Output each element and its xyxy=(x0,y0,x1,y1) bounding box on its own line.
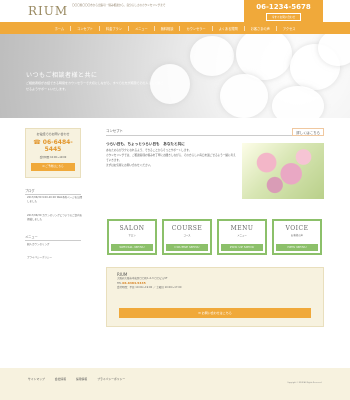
sidebar-news-item[interactable]: 2017/06/30 カウンセリングについてのご案内を掲載しました xyxy=(27,214,83,222)
nav-item-concept[interactable]: コンセプト xyxy=(71,25,100,31)
hero-title: いつもご相談者様と共に xyxy=(26,72,98,79)
shop-phone-label: TEL xyxy=(117,282,122,285)
card-title: COURSE xyxy=(171,225,203,232)
card-button[interactable]: SPECIAL MENU xyxy=(111,244,153,251)
card-button[interactable]: PICK UP MENU xyxy=(221,244,263,251)
concept-flower-image xyxy=(242,143,324,199)
sidebar-tel-number-text: 06-6484-5445 xyxy=(42,139,73,153)
header-contact-button[interactable]: 今すぐお問い合わせ xyxy=(265,13,302,21)
card-button[interactable]: NEW MENU xyxy=(276,244,318,251)
shop-phone[interactable]: 06-6484-5445 xyxy=(122,281,145,285)
shop-info-panel: RIUM 大阪府大阪市中央区〇〇町1-2-3 〇〇ビル5F TEL 06-648… xyxy=(106,267,324,327)
card-subtitle: お客様の声 xyxy=(291,234,303,237)
shop-contact-button[interactable]: ✉ お問い合わせはこちら xyxy=(119,308,311,318)
header-phone-number[interactable]: 06-1234-5678 xyxy=(244,3,323,11)
sidebar-menu-item[interactable]: 個人カウンセリング xyxy=(27,243,83,247)
card-subtitle: メニュー xyxy=(237,234,247,237)
card-button[interactable]: COURSE MENU xyxy=(166,244,208,251)
concept-more-link[interactable]: 詳しくはこちら xyxy=(292,128,324,136)
nav-item-menu[interactable]: メニュー xyxy=(129,25,155,31)
concept-lead: つらい日も、ちょっとつらい日も あなたと共に xyxy=(106,142,185,146)
shop-contact-button-label: お問い合わせはこちら xyxy=(201,311,232,315)
concept-body: つらい日も、ちょっとつらい日も あなたと共に あなたの心がラクになれるよう、でき… xyxy=(106,142,236,168)
footer-link-recruit[interactable]: 採用情報 xyxy=(76,377,87,381)
nav-item-access[interactable]: アクセス xyxy=(277,26,302,31)
nav-item-consult[interactable]: 無料相談 xyxy=(155,25,181,31)
sidebar-footer-link[interactable]: プライバシーポリシー xyxy=(27,256,83,260)
sidebar-news-heading: ブログ xyxy=(25,188,81,195)
sidebar-menu-heading: メニュー xyxy=(25,234,81,241)
salon-card[interactable]: SALON サロン SPECIAL MENU xyxy=(107,219,157,255)
nav-item-home[interactable]: ホーム xyxy=(49,25,72,31)
footer-link-company[interactable]: 会社情報 xyxy=(55,377,66,381)
hero-flower-petal xyxy=(190,36,234,76)
card-title: VOICE xyxy=(285,225,309,232)
hero-flower-petal xyxy=(272,86,324,118)
concept-paragraph: まずはお気軽にお問い合わせください。 xyxy=(106,164,153,167)
footer-link-privacy[interactable]: プライバシーポリシー xyxy=(97,377,125,381)
sidebar-tel-number[interactable]: ☎ 06-6484-5445 xyxy=(29,139,77,153)
card-title: MENU xyxy=(230,225,254,232)
menu-card[interactable]: MENU メニュー PICK UP MENU xyxy=(217,219,267,255)
sidebar-mail-button[interactable]: ✉ ご予約はこちら xyxy=(31,163,75,171)
site-header: RIUM 〇〇〇県〇〇〇市から出張可・悩み相談から、自分らしさのカウンセリングま… xyxy=(0,0,350,22)
shop-hours: 受付時間：平日 10:00〜19:00 ／ 土曜日 10:00〜17:00 xyxy=(117,286,182,289)
site-logo[interactable]: RIUM xyxy=(28,4,68,18)
hero-flower-petal xyxy=(220,74,268,118)
site-tagline: 〇〇〇県〇〇〇市から出張可・悩み相談から、自分らしさのカウンセリングまで xyxy=(72,4,166,7)
card-subtitle: コース xyxy=(183,234,191,237)
header-contact-box[interactable]: 06-1234-5678 今すぐお問い合わせ xyxy=(244,0,323,22)
footer-copyright: Copyright © RIUM All Rights Reserved. xyxy=(287,382,322,384)
footer-link-sitemap[interactable]: サイトマップ xyxy=(28,377,45,381)
card-title: SALON xyxy=(119,225,145,232)
sidebar-mail-button-label: ご予約はこちら xyxy=(45,165,64,168)
concept-heading-bar: コンセプト 詳しくはこちら xyxy=(106,128,324,136)
voice-card[interactable]: VOICE お客様の声 NEW MENU xyxy=(272,219,322,255)
global-nav: ホーム コンセプト 料金プラン メニュー 無料相談 カウンセラー よくある質問 … xyxy=(0,22,350,34)
sidebar-news-item[interactable]: 2017/06/30 9:00-20:00 Web予約ページを公開しました xyxy=(27,196,83,204)
sidebar-tel-hours: 受付時間 10:00〜19:00 xyxy=(39,156,67,159)
nav-item-price[interactable]: 料金プラン xyxy=(100,25,129,31)
nav-item-counselor[interactable]: カウンセラー xyxy=(180,25,213,31)
phone-icon: ☎ xyxy=(33,139,43,146)
site-footer: サイトマップ 会社情報 採用情報 プライバシーポリシー Copyright © … xyxy=(0,368,350,400)
sidebar-tel-caption: お電話でのお問い合わせ xyxy=(36,132,70,136)
concept-paragraph: カウンセリングでは、ご相談者様の悩みを丁寧にお聞きしながら、その方らしい毎日を過… xyxy=(106,154,236,162)
card-subtitle: サロン xyxy=(128,234,136,237)
nav-item-faq[interactable]: よくある質問 xyxy=(213,25,245,31)
hero-text: ご相談者様がお話できる時間をカウンセラーで大切にしながら、すべての方が笑顔でその… xyxy=(26,81,164,91)
course-card[interactable]: COURSE コース COURSE MENU xyxy=(162,219,212,255)
sidebar-contact-panel: お電話でのお問い合わせ ☎ 06-6484-5445 受付時間 10:00〜19… xyxy=(25,128,81,178)
nav-item-voice[interactable]: お客さまの声 xyxy=(245,25,277,31)
concept-heading: コンセプト xyxy=(106,129,123,133)
hero-banner: いつもご相談者様と共に ご相談者様がお話できる時間をカウンセラーで大切にしながら… xyxy=(0,34,350,118)
